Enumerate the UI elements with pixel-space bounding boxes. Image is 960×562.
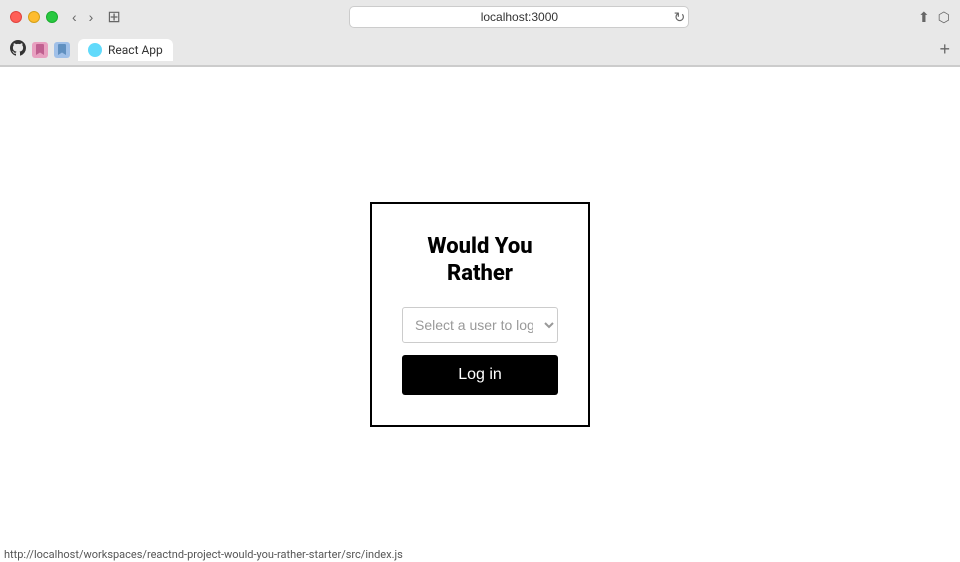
active-tab[interactable]: React App <box>78 39 173 61</box>
tab-title: React App <box>108 43 163 57</box>
title-bar: ‹ › ⊞ ↻ ⬆ ⬡ <box>0 0 960 34</box>
back-button[interactable]: ‹ <box>68 7 81 27</box>
nav-buttons: ‹ › <box>68 7 97 27</box>
sidebar-button[interactable]: ⊞ <box>107 7 120 27</box>
window-controls: ⬆ ⬡ <box>918 9 950 26</box>
status-url: http://localhost/workspaces/reactnd-proj… <box>4 548 403 561</box>
tab-favicon <box>88 43 102 57</box>
status-bar: http://localhost/workspaces/reactnd-proj… <box>0 546 960 562</box>
share-button[interactable]: ⬆ <box>918 9 930 26</box>
tab-bar: React App + <box>0 34 960 66</box>
browser-icons <box>10 40 70 60</box>
card-title: Would You Rather <box>402 234 558 287</box>
login-button[interactable]: Log in <box>402 355 558 395</box>
fullscreen-button[interactable]: ⬡ <box>938 9 950 26</box>
add-tab-button[interactable]: + <box>939 39 950 60</box>
login-card: Would You Rather Select a user to log in… <box>370 202 590 427</box>
github-icon[interactable] <box>10 40 26 60</box>
bookmark-icon-1[interactable] <box>32 42 48 58</box>
page-content: Would You Rather Select a user to log in… <box>0 67 960 562</box>
forward-button[interactable]: › <box>85 7 98 27</box>
refresh-button[interactable]: ↻ <box>674 9 686 26</box>
bookmark-icon-2[interactable] <box>54 42 70 58</box>
maximize-button[interactable] <box>46 11 58 23</box>
address-bar: ↻ <box>131 6 908 28</box>
minimize-button[interactable] <box>28 11 40 23</box>
user-select[interactable]: Select a user to log in <box>402 307 558 343</box>
traffic-lights <box>10 11 58 23</box>
close-button[interactable] <box>10 11 22 23</box>
address-input[interactable] <box>349 6 689 28</box>
